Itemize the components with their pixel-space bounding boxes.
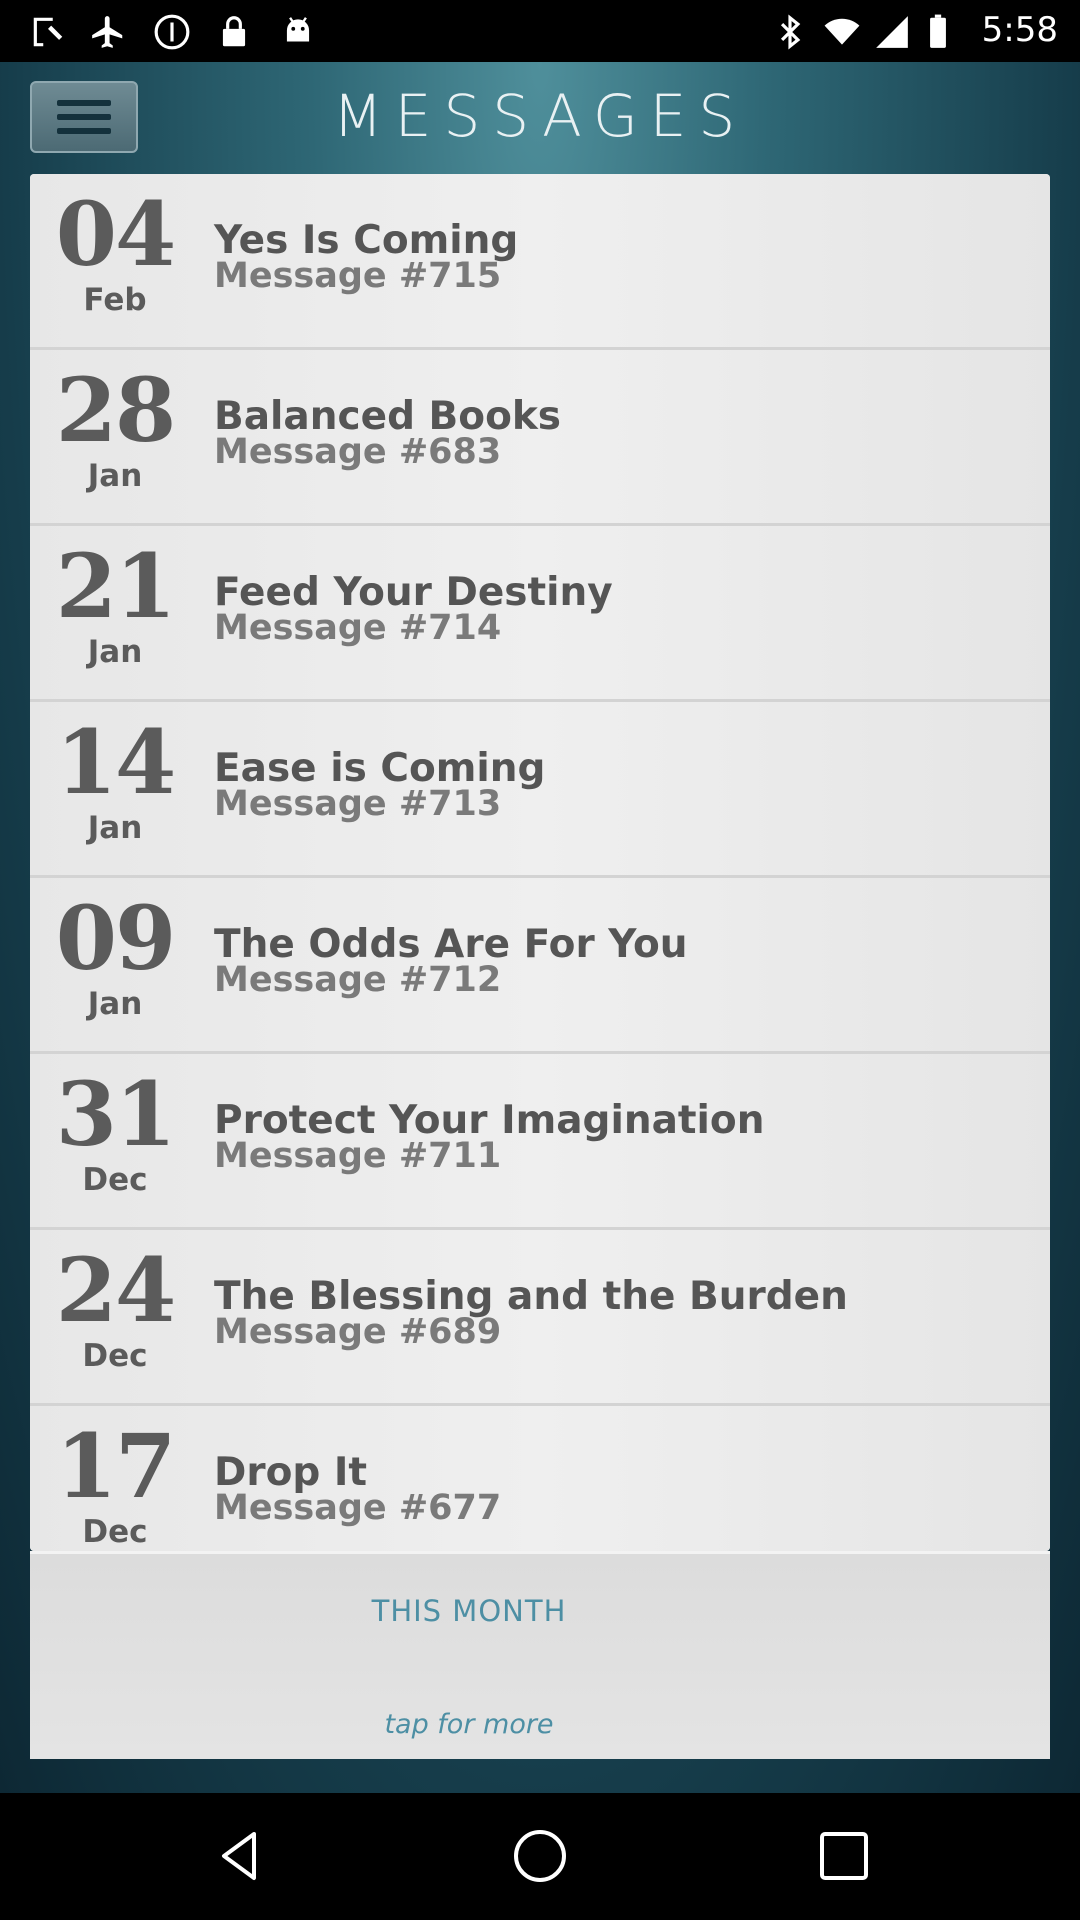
message-number: Message #715 — [214, 256, 502, 296]
date-day: 17 — [55, 1414, 176, 1518]
footer-panel[interactable]: THIS MONTH tap for more — [30, 1551, 1050, 1759]
page-title: MESSAGES — [332, 82, 748, 150]
signal-icon — [872, 12, 912, 52]
date-month: Feb — [83, 282, 147, 318]
back-icon[interactable] — [210, 1826, 270, 1886]
message-row[interactable]: 09 Jan The Odds Are For You Message #712 — [30, 878, 1050, 1054]
battery-icon — [918, 12, 958, 52]
message-number: Message #712 — [214, 960, 502, 1000]
message-row[interactable]: 17 Dec Drop It Message #677 — [30, 1406, 1050, 1551]
fake-gps-icon — [28, 12, 68, 52]
message-row[interactable]: 28 Jan Balanced Books Message #683 — [30, 350, 1050, 526]
date-day: 09 — [55, 886, 176, 990]
lock-icon — [214, 12, 254, 52]
bluetooth-icon — [770, 12, 810, 52]
tap-for-more-link[interactable]: tap for more — [30, 1709, 908, 1740]
recents-icon[interactable] — [814, 1826, 874, 1886]
this-month-label: THIS MONTH — [371, 1594, 567, 1628]
message-number: Message #713 — [214, 784, 502, 824]
message-number: Message #714 — [214, 608, 502, 648]
message-number: Message #677 — [214, 1488, 502, 1528]
app-screen: MESSAGES 04 Feb Yes Is Coming Message #7… — [0, 62, 1080, 1793]
date-month: Jan — [87, 458, 143, 494]
message-list: 04 Feb Yes Is Coming Message #715 28 Jan… — [30, 174, 1050, 1551]
android-icon — [278, 12, 318, 52]
date-month: Jan — [87, 810, 143, 846]
status-bar: 5:58 — [0, 0, 1080, 62]
message-number: Message #683 — [214, 432, 502, 472]
date-day: 04 — [55, 182, 176, 286]
date-day: 31 — [55, 1062, 176, 1166]
message-row[interactable]: 24 Dec The Blessing and the Burden Messa… — [30, 1230, 1050, 1406]
date-day: 21 — [55, 534, 176, 638]
message-row[interactable]: 21 Jan Feed Your Destiny Message #714 — [30, 526, 1050, 702]
date-month: Dec — [82, 1514, 148, 1550]
home-icon[interactable] — [510, 1826, 570, 1886]
message-row[interactable]: 04 Feb Yes Is Coming Message #715 — [30, 174, 1050, 350]
navigation-bar — [0, 1793, 1080, 1920]
date-month: Jan — [87, 986, 143, 1022]
airplane-tool-icon — [88, 12, 128, 52]
message-number: Message #689 — [214, 1312, 502, 1352]
message-number: Message #711 — [214, 1136, 502, 1176]
date-day: 14 — [55, 710, 176, 814]
date-month: Dec — [82, 1162, 148, 1198]
alert-circle-icon — [152, 12, 192, 52]
date-day: 24 — [55, 1238, 176, 1342]
wifi-icon — [822, 12, 862, 52]
status-time: 5:58 — [981, 10, 1058, 50]
message-row[interactable]: 14 Jan Ease is Coming Message #713 — [30, 702, 1050, 878]
date-day: 28 — [55, 358, 176, 462]
message-row[interactable]: 31 Dec Protect Your Imagination Message … — [30, 1054, 1050, 1230]
date-month: Dec — [82, 1338, 148, 1374]
date-month: Jan — [87, 634, 143, 670]
